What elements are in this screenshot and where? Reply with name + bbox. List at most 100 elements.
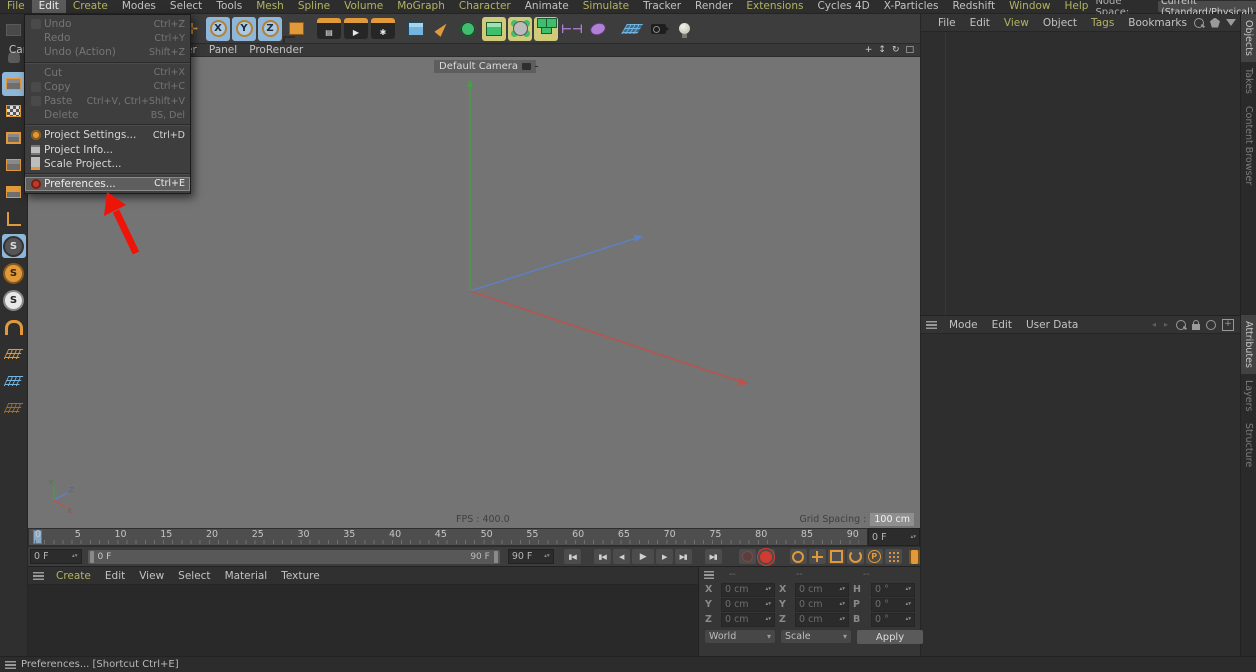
stepper-icon[interactable]: ▴▾ xyxy=(839,602,845,607)
next-key-icon[interactable]: ▶▮ xyxy=(675,549,692,564)
tab-structure[interactable]: Structure xyxy=(1241,417,1256,473)
menu-create[interactable]: Create xyxy=(66,0,115,13)
rotate-view-icon[interactable]: ↻ xyxy=(892,45,900,55)
menu-item-undo[interactable]: UndoCtrl+Z xyxy=(25,17,190,31)
stepper-icon[interactable]: ▴▾ xyxy=(839,587,845,592)
snap-3d-icon[interactable]: S xyxy=(2,261,26,285)
workplane-lock-icon[interactable] xyxy=(2,369,26,393)
camera-label[interactable]: Default Camera xyxy=(434,60,536,73)
render-view-icon[interactable]: ▤ xyxy=(317,18,341,39)
menu-tools[interactable]: Tools xyxy=(209,0,249,13)
mat-menu-edit[interactable]: Edit xyxy=(98,570,132,582)
menu-cycles4d[interactable]: Cycles 4D xyxy=(810,0,876,13)
range-right-handle[interactable] xyxy=(494,551,498,563)
edges-mode-icon[interactable] xyxy=(2,153,26,177)
am-menu-userdata[interactable]: User Data xyxy=(1019,319,1085,331)
render-settings-icon[interactable]: ✱ xyxy=(371,18,395,39)
key-scale-icon[interactable] xyxy=(828,549,845,564)
spline-pen-icon[interactable] xyxy=(430,17,454,41)
search-icon[interactable] xyxy=(1194,18,1204,28)
grid-spacing-value[interactable]: 100 cm xyxy=(870,513,914,526)
path-icon[interactable] xyxy=(1210,18,1220,28)
stepper-icon[interactable]: ▴▾ xyxy=(765,587,771,592)
menu-modes[interactable]: Modes xyxy=(115,0,163,13)
y-axis-lock-icon[interactable]: Y xyxy=(232,17,256,41)
stepper-icon[interactable]: ▴▾ xyxy=(905,602,911,607)
menu-item-project-settings[interactable]: Project Settings...Ctrl+D xyxy=(25,128,190,142)
texture-mode-icon[interactable] xyxy=(2,99,26,123)
record-icon[interactable] xyxy=(739,549,756,564)
deformer-icon[interactable] xyxy=(586,17,610,41)
hamburger-icon[interactable] xyxy=(33,572,44,580)
menu-animate[interactable]: Animate xyxy=(518,0,576,13)
menu-redshift[interactable]: Redshift xyxy=(945,0,1002,13)
stepper-icon[interactable]: ▴▾ xyxy=(765,602,771,607)
rot-p-field[interactable]: 0 °▴▾ xyxy=(871,598,915,612)
menu-item-copy[interactable]: CopyCtrl+C xyxy=(25,80,190,94)
menu-simulate[interactable]: Simulate xyxy=(576,0,636,13)
magnet-icon[interactable] xyxy=(2,315,26,339)
render-to-picture-icon[interactable]: ▶ xyxy=(344,18,368,39)
menu-edit[interactable]: Edit xyxy=(32,0,66,13)
x-axis-lock-icon[interactable]: X xyxy=(206,17,230,41)
history-back-icon[interactable]: ◂ xyxy=(1152,320,1158,329)
menu-item-scale-project[interactable]: Scale Project... xyxy=(25,157,190,171)
add-cube-icon[interactable] xyxy=(404,17,428,41)
tab-takes[interactable]: Takes xyxy=(1241,62,1256,100)
floor-icon[interactable] xyxy=(620,17,644,41)
menu-item-cut[interactable]: CutCtrl+X xyxy=(25,66,190,80)
om-menu-file[interactable]: File xyxy=(931,17,963,29)
current-frame-field[interactable]: 0 F ▴▾ xyxy=(868,528,920,546)
camera-icon[interactable] xyxy=(646,17,670,41)
mat-menu-texture[interactable]: Texture xyxy=(274,570,326,582)
tab-layers[interactable]: Layers xyxy=(1241,374,1256,417)
key-pla-icon[interactable] xyxy=(885,549,902,564)
stepper-icon[interactable]: ▴▾ xyxy=(544,554,550,559)
menu-item-project-info[interactable]: Project Info... xyxy=(25,143,190,157)
menu-mesh[interactable]: Mesh xyxy=(249,0,291,13)
stepper-icon[interactable]: ▴▾ xyxy=(910,535,916,540)
stepper-icon[interactable]: ▴▾ xyxy=(905,587,911,592)
workplane-icon[interactable] xyxy=(2,342,26,366)
model-mode-icon[interactable] xyxy=(2,72,26,96)
menu-item-delete[interactable]: DeleteBS, Del xyxy=(25,108,190,122)
history-forward-icon[interactable]: ▸ xyxy=(1164,320,1170,329)
convert-icon[interactable] xyxy=(2,18,26,42)
menu-mograph[interactable]: MoGraph xyxy=(390,0,452,13)
enable-axis-icon[interactable] xyxy=(2,207,26,231)
mat-menu-view[interactable]: View xyxy=(132,570,171,582)
menu-item-preferences[interactable]: Preferences...Ctrl+E xyxy=(25,177,190,191)
stepper-icon[interactable]: ▴▾ xyxy=(839,617,845,622)
add-panel-icon[interactable] xyxy=(1222,319,1234,331)
menu-spline[interactable]: Spline xyxy=(291,0,337,13)
om-menu-object[interactable]: Object xyxy=(1036,17,1084,29)
z-axis-lock-icon[interactable]: Z xyxy=(258,17,282,41)
om-menu-tags[interactable]: Tags xyxy=(1084,17,1121,29)
menu-item-redo[interactable]: RedoCtrl+Y xyxy=(25,31,190,45)
mat-menu-material[interactable]: Material xyxy=(218,570,275,582)
filter-icon[interactable] xyxy=(1226,19,1236,26)
menu-file[interactable]: File xyxy=(0,0,32,13)
size-x-field[interactable]: 0 cm▴▾ xyxy=(795,583,849,597)
lock-icon[interactable] xyxy=(1192,324,1200,330)
workplane-planar-icon[interactable] xyxy=(2,396,26,420)
om-menu-edit[interactable]: Edit xyxy=(963,17,997,29)
polygons-mode-icon[interactable] xyxy=(2,180,26,204)
object-list-area[interactable] xyxy=(921,32,1240,315)
range-start-field[interactable]: 0 F ▴▾ xyxy=(30,549,82,564)
pos-z-field[interactable]: 0 cm▴▾ xyxy=(721,613,775,627)
camera-settings-icon[interactable] xyxy=(522,63,531,70)
jump-end-icon[interactable]: ▶▮ xyxy=(705,549,722,564)
spline-modifier-icon[interactable]: ⊢⊣ xyxy=(560,17,584,41)
stepper-icon[interactable]: ▴▾ xyxy=(765,617,771,622)
pos-y-field[interactable]: 0 cm▴▾ xyxy=(721,598,775,612)
snap-option-icon[interactable]: S xyxy=(2,288,26,312)
menu-window[interactable]: Window xyxy=(1002,0,1057,13)
hamburger-icon[interactable] xyxy=(926,321,937,329)
maximize-view-icon[interactable]: □ xyxy=(905,45,914,55)
size-y-field[interactable]: 0 cm▴▾ xyxy=(795,598,849,612)
menu-item-undo-action[interactable]: Undo (Action)Shift+Z xyxy=(25,45,190,59)
menu-extensions[interactable]: Extensions xyxy=(739,0,810,13)
mat-menu-create[interactable]: Create xyxy=(49,570,98,582)
pos-x-field[interactable]: 0 cm▴▾ xyxy=(721,583,775,597)
